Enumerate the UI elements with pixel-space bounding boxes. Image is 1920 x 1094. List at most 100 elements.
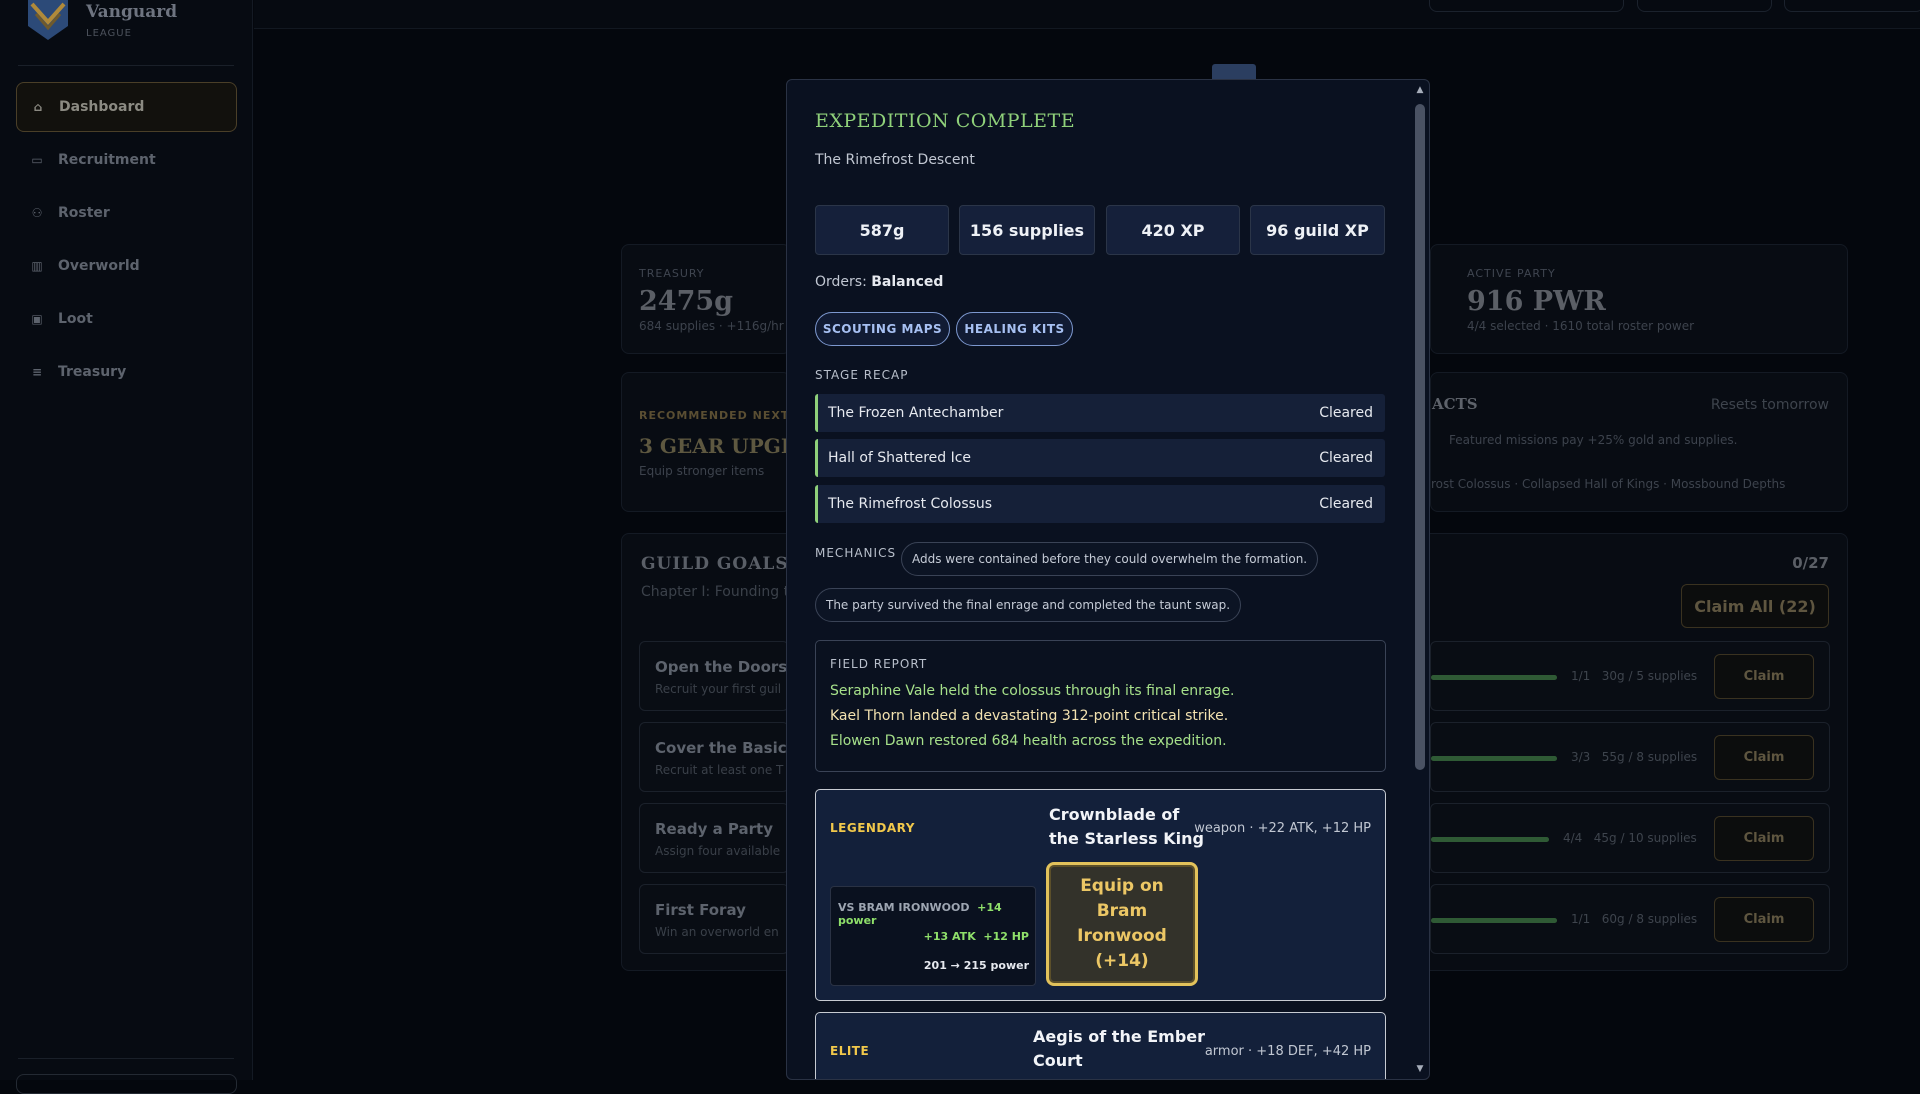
sidebar-nav: ⌂ Dashboard ▭ Recruitment ⚇ Roster ▥ Ove… [16, 82, 237, 400]
message-icon: ▭ [31, 153, 43, 167]
goal-title: First Foray [655, 901, 746, 919]
goal-row: First Foray Win an overworld en [639, 884, 789, 954]
mechanics-label: MECHANICS [815, 546, 897, 560]
sidebar-item-label: Dashboard [59, 99, 145, 115]
item-name-line: Crownblade of [1049, 805, 1180, 824]
progress-fill [1431, 837, 1549, 842]
progress-fill [1431, 756, 1557, 761]
progress-fill [1431, 918, 1557, 923]
stage-row: The Frozen Antechamber Cleared [815, 394, 1385, 432]
stage-name: Hall of Shattered Ice [828, 450, 972, 466]
sidebar-item-loot[interactable]: ▣ Loot [16, 294, 237, 344]
active-party-kicker: ACTIVE PARTY [1467, 267, 1556, 280]
contracts-line1: Featured missions pay +25% gold and supp… [1449, 433, 1738, 447]
field-report-label: FIELD REPORT [830, 657, 928, 671]
modal-scrollbar[interactable]: ▲ ▼ [1414, 84, 1426, 1075]
treasury-sub: 684 supplies · +116g/hr [639, 319, 784, 333]
goal-subtitle: Win an overworld en [655, 925, 779, 939]
divider [18, 1058, 234, 1059]
claim-button[interactable]: Claim [1714, 897, 1814, 942]
equip-label: (+14) [1095, 951, 1149, 971]
tag-scouting-maps: SCOUTING MAPS [815, 312, 950, 346]
equip-label: Bram [1096, 901, 1148, 921]
field-report: FIELD REPORT Seraphine Vale held the col… [815, 640, 1386, 772]
claim-all-button[interactable]: Claim All (22) [1681, 584, 1829, 628]
stage-recap-label: STAGE RECAP [815, 368, 909, 382]
sidebar-item-roster[interactable]: ⚇ Roster [16, 188, 237, 238]
top-bar-button[interactable] [1637, 0, 1772, 12]
guild-goals-count: 0/27 [1792, 554, 1829, 572]
compare-target: VS BRAM IRONWOOD [838, 901, 970, 914]
item-stats: weapon · +22 ATK, +12 HP [1194, 821, 1371, 836]
progress-bar [1431, 756, 1557, 761]
progress-bar [1431, 675, 1557, 680]
sidebar-item-label: Overworld [58, 258, 140, 274]
goal-title: Open the Doors [655, 658, 788, 676]
top-bar-button[interactable] [1429, 0, 1624, 12]
scroll-down-icon[interactable]: ▼ [1414, 1063, 1426, 1075]
loot-card-elite: ELITE Aegis of the Ember Court armor · +… [815, 1012, 1386, 1079]
equip-label: Equip on [1080, 876, 1164, 896]
goal-title: Cover the Basics [655, 739, 796, 757]
orders-line: Orders: Balanced [815, 274, 943, 290]
brand-subtitle: LEAGUE [86, 28, 132, 39]
guild-goals-chapter: Chapter I: Founding th [641, 584, 798, 600]
sidebar-item-recruitment[interactable]: ▭ Recruitment [16, 135, 237, 185]
sidebar-item-label: Roster [58, 205, 110, 221]
treasury-kicker: TREASURY [639, 267, 705, 280]
divider [18, 65, 234, 66]
sidebar-item-treasury[interactable]: ≡ Treasury [16, 347, 237, 397]
brand-logo-icon [26, 0, 70, 40]
home-icon: ⌂ [33, 100, 43, 114]
progress-fill [1431, 675, 1557, 680]
contracts-card: ACTS Resets tomorrow Featured missions p… [1430, 372, 1848, 512]
guild-goals-title: GUILD GOALS [641, 554, 789, 574]
goal-reward: 55g / 8 supplies [1601, 750, 1698, 764]
stage-row: Hall of Shattered Ice Cleared [815, 439, 1385, 477]
orders-label: Orders: [815, 274, 867, 290]
goal-row: Ready a Party Assign four available [639, 803, 789, 873]
indicator-tab [1212, 64, 1256, 80]
equip-button[interactable]: Equip on Bram Ironwood (+14) [1046, 862, 1198, 986]
top-bar-button[interactable] [1784, 0, 1920, 12]
sidebar-item-dashboard[interactable]: ⌂ Dashboard [16, 82, 237, 132]
brand-name: Vanguard [86, 2, 178, 22]
claim-button[interactable]: Claim [1714, 816, 1814, 861]
stage-name: The Frozen Antechamber [828, 405, 1004, 421]
sidebar-item-overworld[interactable]: ▥ Overworld [16, 241, 237, 291]
sidebar-item-label: Treasury [58, 364, 127, 380]
sidebar-footer-button[interactable] [16, 1074, 237, 1094]
scroll-up-icon[interactable]: ▲ [1414, 84, 1426, 96]
goal-row-progress: 1/1 60g / 8 supplies Claim [1430, 884, 1830, 954]
loot-card-legendary: LEGENDARY Crownblade of the Starless Kin… [815, 789, 1386, 1001]
active-party-sub: 4/4 selected · 1610 total roster power [1467, 319, 1695, 333]
stage-status: Cleared [1319, 450, 1373, 466]
top-bar [254, 0, 1920, 29]
compare-stats: +13 ATK +12 HP [923, 930, 1029, 943]
goal-row: Cover the Basics Recruit at least one T [639, 722, 796, 792]
sidebar: Vanguard LEAGUE ⌂ Dashboard ▭ Recruitmen… [0, 0, 253, 1094]
compare-panel: VS BRAM IRONWOOD +14 power +13 ATK +12 H… [830, 886, 1036, 986]
item-stats: armor · +18 DEF, +42 HP [1204, 1044, 1371, 1059]
item-name: Crownblade of the Starless King [1049, 803, 1204, 851]
brand[interactable]: Vanguard LEAGUE [26, 0, 177, 64]
compare-head: VS BRAM IRONWOOD +14 power [838, 901, 1035, 927]
stage-name: The Rimefrost Colossus [828, 496, 993, 512]
goal-row-progress: 1/1 30g / 5 supplies Claim [1430, 641, 1830, 711]
bag-icon: ▣ [31, 312, 43, 326]
goal-subtitle: Assign four available [655, 844, 781, 858]
goal-row-progress: 4/4 45g / 10 supplies Claim [1430, 803, 1830, 873]
active-party-value: 916 PWR [1467, 286, 1606, 317]
reward-xp: 420 XP [1106, 205, 1240, 255]
expedition-complete-modal: EXPEDITION COMPLETE The Rimefrost Descen… [786, 79, 1430, 1080]
claim-button[interactable]: Claim [1714, 654, 1814, 699]
users-icon: ⚇ [31, 206, 43, 220]
item-name-line: Court [1033, 1051, 1083, 1070]
claim-button[interactable]: Claim [1714, 735, 1814, 780]
rarity-label: LEGENDARY [830, 821, 915, 835]
orders-value: Balanced [871, 274, 944, 290]
sidebar-item-label: Loot [58, 311, 93, 327]
rarity-label: ELITE [830, 1044, 870, 1058]
compare-total: 201 → 215 power [923, 959, 1029, 972]
scroll-thumb[interactable] [1415, 104, 1425, 770]
